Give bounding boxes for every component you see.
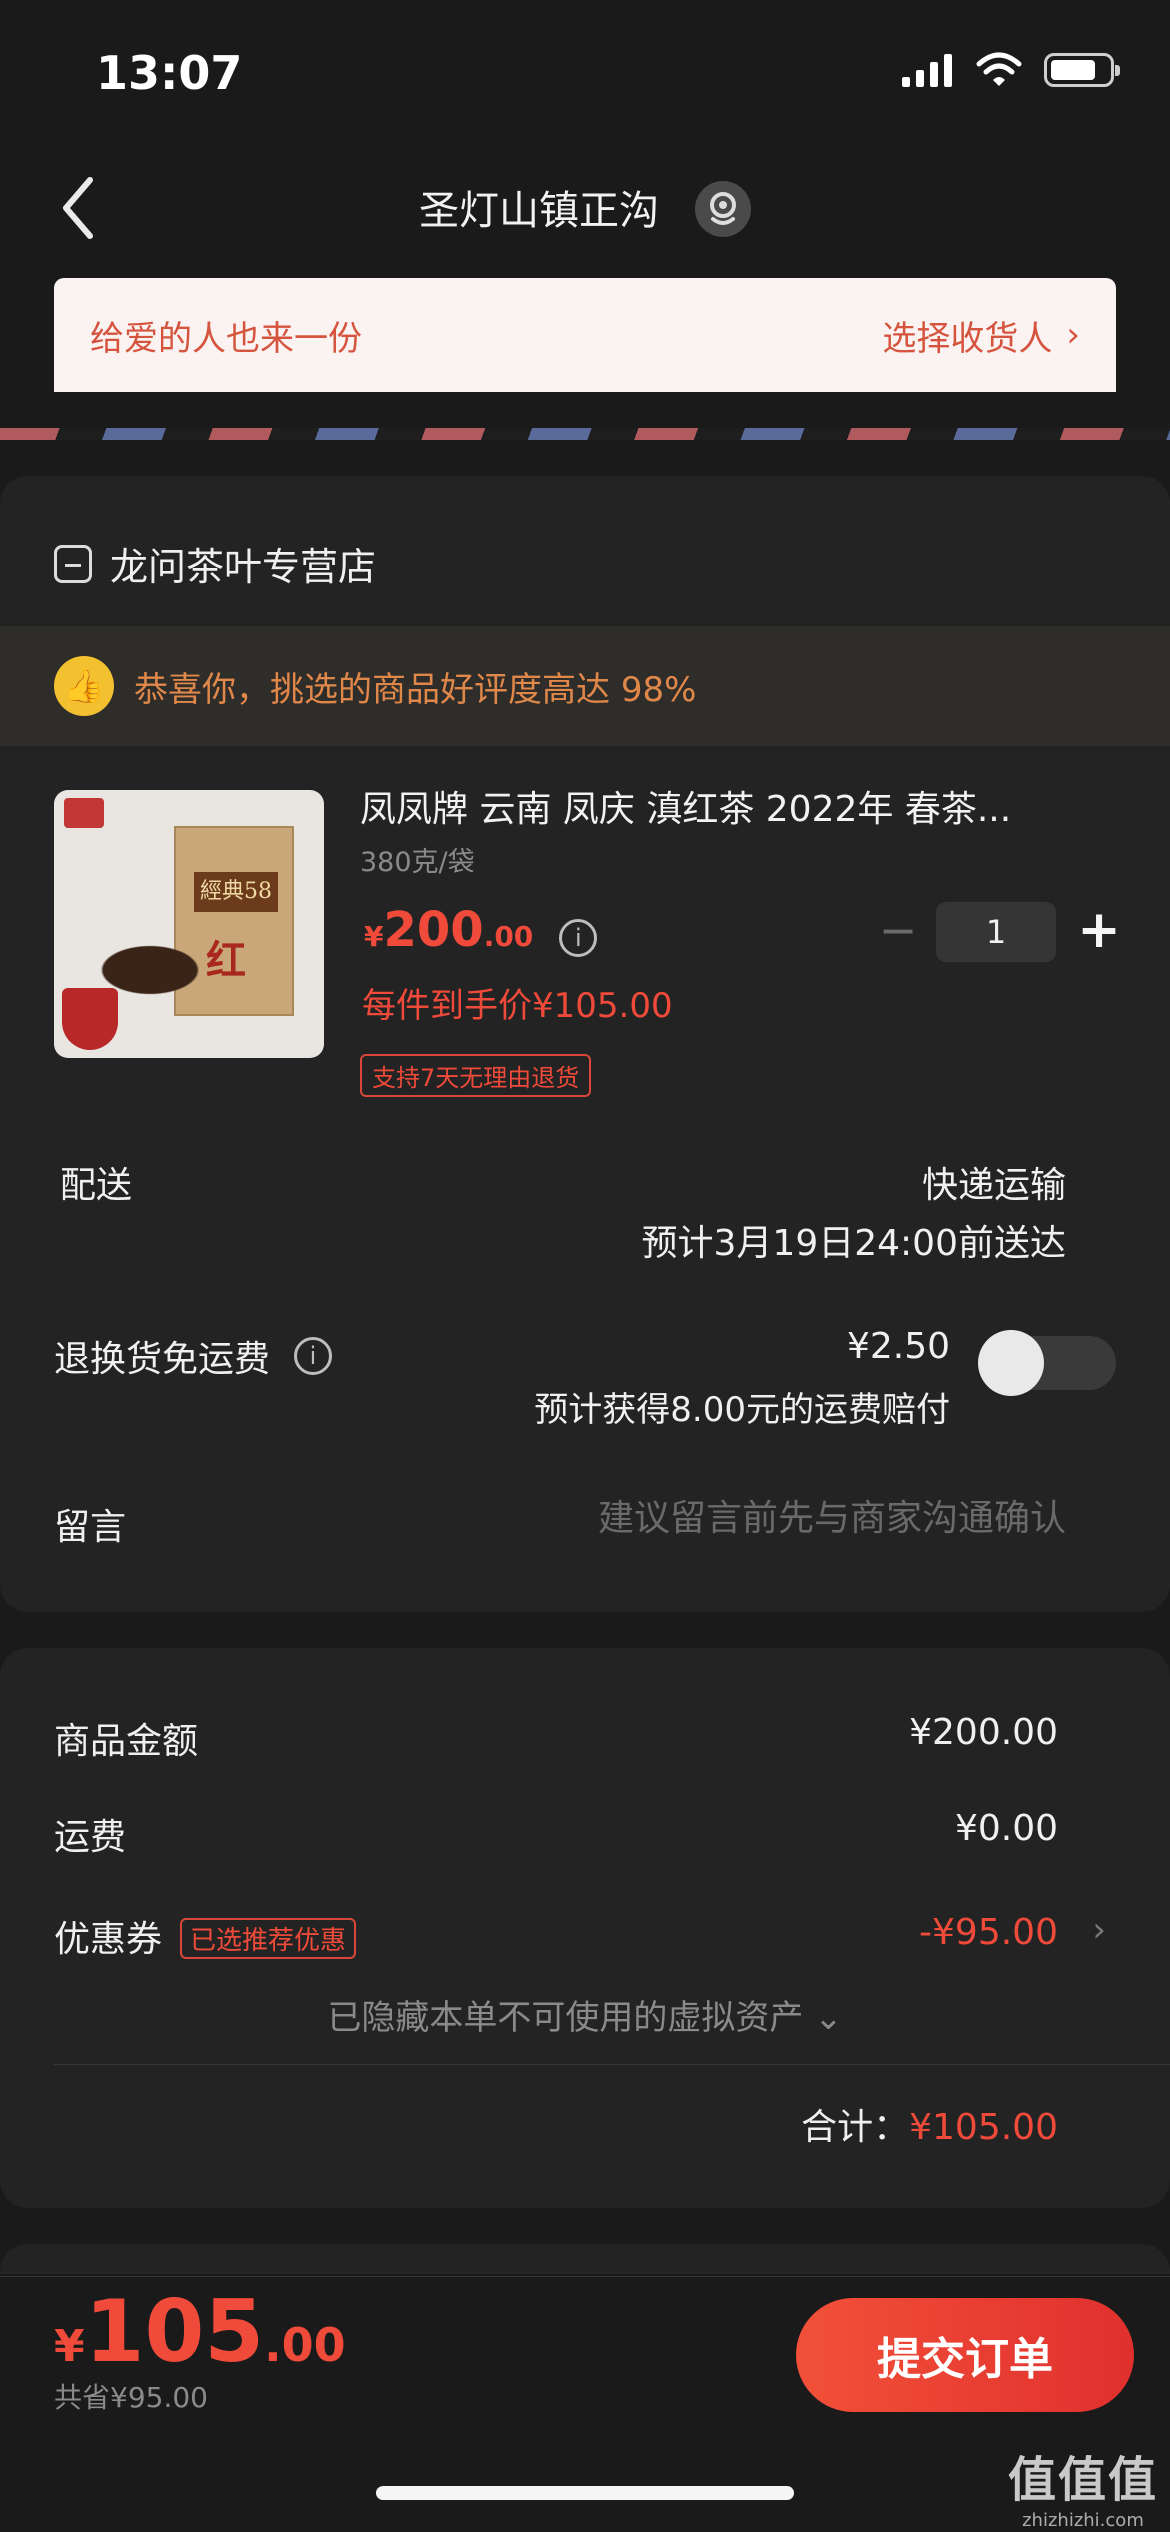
message-label: 留言 xyxy=(54,1507,127,1548)
return-policy-tag: 支持7天无理由退货 xyxy=(360,1054,592,1097)
select-recipient-label: 选择收货人 xyxy=(882,318,1053,359)
total-row: 合计：¥105.00 xyxy=(801,2098,1058,2150)
shipping-fee-label: 运费 xyxy=(54,1817,127,1858)
praise-bar: 👍 恭喜你，挑选的商品好评度高达 98% xyxy=(0,626,1170,746)
location-icon[interactable] xyxy=(695,181,751,237)
product-spec: 380克/袋 xyxy=(360,847,475,878)
pay-amount: ¥ 105 .00 xyxy=(54,2282,346,2382)
chevron-down-icon: ⌄ xyxy=(814,1998,843,2038)
saved-amount: 共省¥95.00 xyxy=(54,2381,208,2414)
page-title: 圣灯山镇正沟 xyxy=(0,178,1170,241)
price-info-icon[interactable]: i xyxy=(559,919,598,957)
gift-banner[interactable]: 给爱的人也来一份 选择收货人 › xyxy=(54,278,1116,392)
address-title: 圣灯山镇正沟 xyxy=(419,188,659,234)
quantity-increase-button[interactable]: + xyxy=(1074,898,1124,962)
hidden-assets-toggle[interactable]: 已隐藏本单不可使用的虚拟资产 ⌄ xyxy=(0,1990,1170,2039)
package-red-text: 红 xyxy=(206,938,246,984)
insurance-info-icon[interactable]: i xyxy=(294,1337,333,1375)
thumbs-up-icon: 👍 xyxy=(54,656,114,716)
hidden-assets-text: 已隐藏本单不可使用的虚拟资产 xyxy=(327,1998,804,2038)
message-input[interactable] xyxy=(440,1490,1066,1546)
brand-logo xyxy=(64,798,104,828)
wifi-icon xyxy=(976,52,1022,86)
product-price: ¥ 200 .00 i xyxy=(364,902,598,958)
store-icon xyxy=(54,544,92,583)
return-insurance-label: 退换货免运费 xyxy=(54,1339,271,1380)
status-icons xyxy=(902,52,1120,88)
coupon-row[interactable]: 优惠券 已选推荐优惠 xyxy=(54,1910,357,1962)
divider xyxy=(54,2064,1170,2065)
watermark-url: zhizhizhi.com xyxy=(1022,2510,1144,2531)
home-indicator[interactable] xyxy=(376,2486,794,2500)
shop-name: 龙问茶叶专营店 xyxy=(110,545,377,589)
total-value: ¥105.00 xyxy=(909,2107,1058,2148)
delivery-method[interactable]: 快递运输 xyxy=(922,1156,1066,1208)
battery-icon xyxy=(1044,53,1120,87)
product-image[interactable]: 經典58 红 xyxy=(54,790,324,1058)
goods-amount-label: 商品金额 xyxy=(54,1721,199,1762)
coupon-tag: 已选推荐优惠 xyxy=(180,1917,357,1959)
total-label: 合计： xyxy=(801,2107,910,2148)
praise-rate: 98% xyxy=(620,669,697,710)
quantity-field[interactable]: 1 xyxy=(936,902,1056,962)
next-card-peek xyxy=(0,2244,1170,2274)
status-time: 13:07 xyxy=(96,46,243,100)
insurance-description: 预计获得8.00元的运费赔付 xyxy=(534,1390,950,1430)
watermark-logo: 值值值 xyxy=(1007,2452,1158,2508)
package-label: 經典58 xyxy=(194,872,278,912)
goods-amount-value: ¥200.00 xyxy=(909,1712,1058,1753)
insurance-price: ¥2.50 xyxy=(846,1326,950,1367)
gift-banner-text: 给爱的人也来一份 xyxy=(90,318,362,359)
insurance-toggle[interactable] xyxy=(978,1330,1116,1396)
shop-header[interactable]: 龙问茶叶专营店 xyxy=(54,536,376,591)
coupon-value[interactable]: -¥95.00 xyxy=(919,1912,1058,1953)
quality-badge xyxy=(62,988,118,1050)
shipping-fee-value: ¥0.00 xyxy=(954,1808,1058,1849)
return-insurance-row: 退换货免运费 i xyxy=(54,1330,333,1382)
watermark: 值值值 zhizhizhi.com xyxy=(1008,2440,1158,2531)
pay-integer: 105 xyxy=(84,2282,265,2382)
product-title[interactable]: 凤凤牌 云南 凤庆 滇红茶 2022年 春茶... xyxy=(360,780,1080,832)
pay-decimal: .00 xyxy=(264,2318,346,2372)
select-recipient-link[interactable]: 选择收货人 › xyxy=(882,311,1080,360)
deal-price: 每件到手价¥105.00 xyxy=(362,986,673,1026)
toggle-knob xyxy=(978,1330,1044,1396)
chevron-right-icon: › xyxy=(1066,315,1080,355)
chevron-right-icon[interactable]: › xyxy=(1092,1910,1106,1950)
price-integer: 200 xyxy=(383,902,484,958)
pay-currency: ¥ xyxy=(54,2321,85,2372)
quantity-decrease-button[interactable]: − xyxy=(876,900,920,960)
envelope-border xyxy=(0,428,1170,440)
coupon-label: 优惠券 xyxy=(54,1919,163,1960)
price-decimal: .00 xyxy=(483,920,534,953)
price-currency: ¥ xyxy=(364,920,384,953)
cellular-signal-icon xyxy=(902,54,952,87)
delivery-label: 配送 xyxy=(60,1165,133,1206)
delivery-eta: 预计3月19日24:00前送达 xyxy=(641,1223,1066,1264)
submit-order-button[interactable]: 提交订单 xyxy=(796,2298,1134,2412)
praise-text: 恭喜你，挑选的商品好评度高达 98% xyxy=(134,669,697,710)
